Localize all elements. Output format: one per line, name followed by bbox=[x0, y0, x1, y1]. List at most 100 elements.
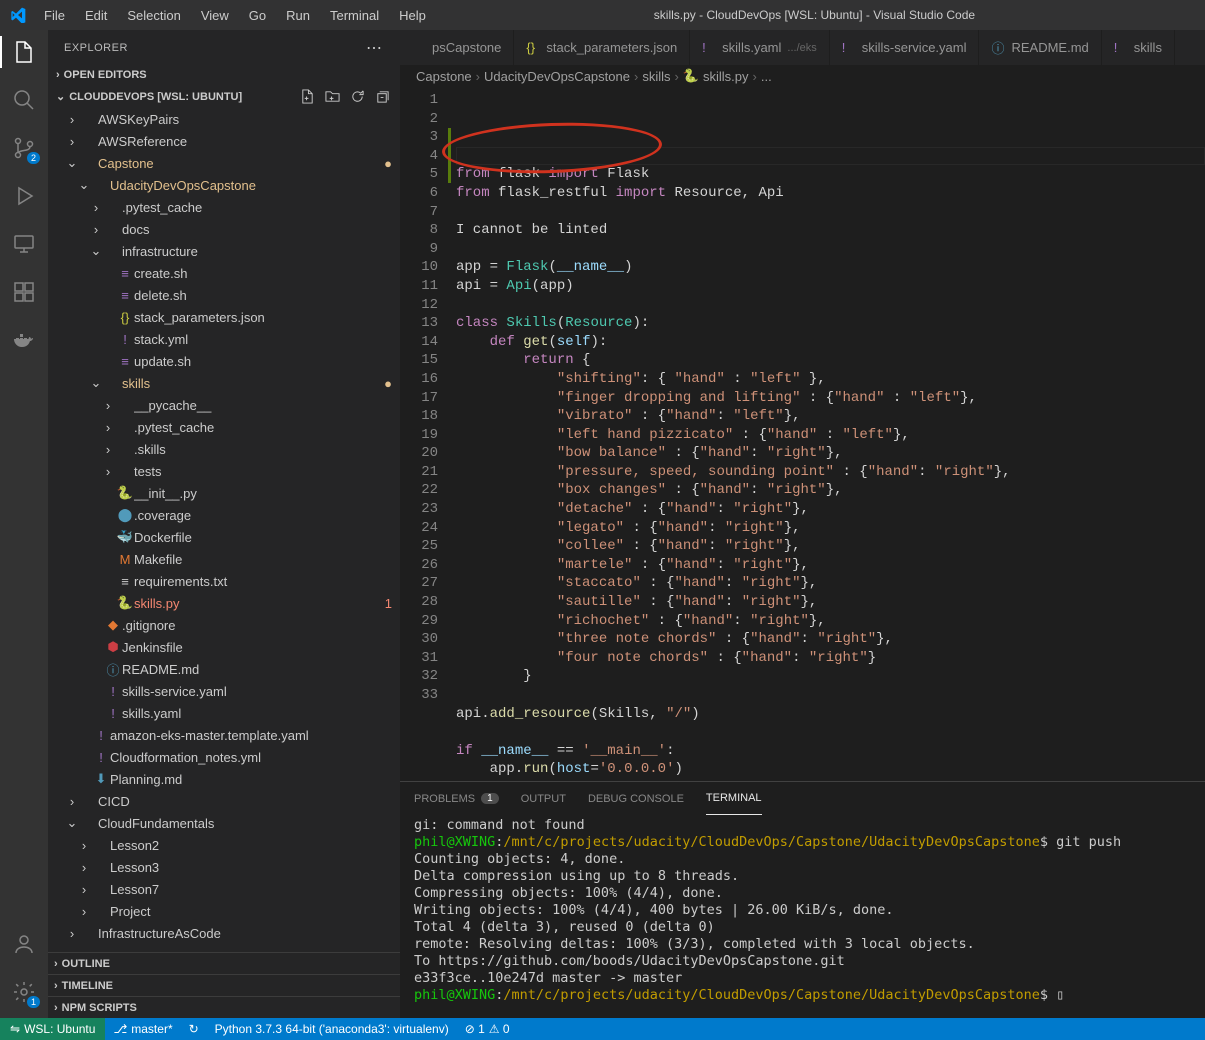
refresh-icon[interactable] bbox=[350, 89, 365, 104]
panel-tab-problems[interactable]: PROBLEMS1 bbox=[414, 782, 499, 815]
menu-view[interactable]: View bbox=[193, 4, 237, 27]
folder-cicd[interactable]: ›CICD bbox=[48, 790, 400, 812]
twistie-icon: ⌄ bbox=[88, 375, 104, 391]
collapse-all-icon[interactable] bbox=[375, 89, 390, 104]
file-readme-md[interactable]: ⓘREADME.md bbox=[48, 658, 400, 680]
twistie-icon: › bbox=[100, 398, 116, 413]
file--coverage[interactable]: ⬤.coverage bbox=[48, 504, 400, 526]
breadcrumb-item[interactable]: ... bbox=[761, 69, 772, 84]
python-interpreter[interactable]: Python 3.7.3 64-bit ('anaconda3': virtua… bbox=[207, 1018, 457, 1040]
folder-awsreference[interactable]: ›AWSReference bbox=[48, 130, 400, 152]
menu-file[interactable]: File bbox=[36, 4, 73, 27]
explorer-more-icon[interactable]: ⋯ bbox=[366, 38, 384, 58]
extensions-icon[interactable] bbox=[10, 278, 38, 306]
file-skills-yaml[interactable]: !skills.yaml bbox=[48, 702, 400, 724]
tab-skills-service-yaml[interactable]: !skills-service.yaml bbox=[830, 30, 980, 65]
folder-awskeypairs[interactable]: ›AWSKeyPairs bbox=[48, 108, 400, 130]
folder-infrastructureascode[interactable]: ›InfrastructureAsCode bbox=[48, 922, 400, 944]
new-folder-icon[interactable] bbox=[325, 89, 340, 104]
tree-item-label: delete.sh bbox=[134, 288, 392, 303]
folder---pycache--[interactable]: ›__pycache__ bbox=[48, 394, 400, 416]
explorer-icon[interactable] bbox=[10, 38, 38, 66]
file-skills-service-yaml[interactable]: !skills-service.yaml bbox=[48, 680, 400, 702]
code-editor[interactable]: 1234567891011121314151617181920212223242… bbox=[400, 87, 1205, 781]
file-cloudformation-notes-yml[interactable]: !Cloudformation_notes.yml bbox=[48, 746, 400, 768]
folder--skills[interactable]: ›.skills bbox=[48, 438, 400, 460]
file-makefile[interactable]: MMakefile bbox=[48, 548, 400, 570]
panel-tab-debug-console[interactable]: DEBUG CONSOLE bbox=[588, 782, 684, 815]
source-control-icon[interactable]: 2 bbox=[10, 134, 38, 162]
settings-gear-icon[interactable]: 1 bbox=[10, 978, 38, 1006]
mk-icon: M bbox=[116, 552, 134, 567]
menu-terminal[interactable]: Terminal bbox=[322, 4, 387, 27]
panel-tab-terminal[interactable]: TERMINAL bbox=[706, 782, 762, 815]
folder--pytest-cache[interactable]: ›.pytest_cache bbox=[48, 196, 400, 218]
code-content[interactable]: from flask import Flaskfrom flask_restfu… bbox=[456, 87, 1205, 781]
file-tree[interactable]: ›AWSKeyPairs›AWSReference⌄Capstone●⌄Udac… bbox=[48, 108, 400, 952]
folder-lesson2[interactable]: ›Lesson2 bbox=[48, 834, 400, 856]
file-delete-sh[interactable]: ≡delete.sh bbox=[48, 284, 400, 306]
editor-tabs[interactable]: psCapstone{}stack_parameters.json!skills… bbox=[400, 30, 1205, 65]
remote-explorer-icon[interactable] bbox=[10, 230, 38, 258]
npm-scripts-section[interactable]: ›NPM SCRIPTS bbox=[48, 996, 400, 1018]
folder-docs[interactable]: ›docs bbox=[48, 218, 400, 240]
new-file-icon[interactable] bbox=[300, 89, 315, 104]
folder-infrastructure[interactable]: ⌄infrastructure bbox=[48, 240, 400, 262]
file-create-sh[interactable]: ≡create.sh bbox=[48, 262, 400, 284]
twistie-icon: › bbox=[88, 222, 104, 237]
tab-stack-parameters-json[interactable]: {}stack_parameters.json bbox=[514, 30, 690, 65]
outline-section[interactable]: ›OUTLINE bbox=[48, 952, 400, 974]
file---init---py[interactable]: 🐍__init__.py bbox=[48, 482, 400, 504]
menu-go[interactable]: Go bbox=[241, 4, 274, 27]
file-dockerfile[interactable]: 🐳Dockerfile bbox=[48, 526, 400, 548]
file-update-sh[interactable]: ≡update.sh bbox=[48, 350, 400, 372]
workspace-root-section[interactable]: ⌄CLOUDDEVOPS [WSL: UBUNTU] bbox=[48, 85, 400, 108]
folder--pytest-cache[interactable]: ›.pytest_cache bbox=[48, 416, 400, 438]
terminal-output[interactable]: gi: command not foundphil@XWING:/mnt/c/p… bbox=[400, 815, 1205, 1018]
problems-status[interactable]: ⊘ 1⚠ 0 bbox=[457, 1018, 518, 1040]
sh-icon: ≡ bbox=[116, 288, 134, 303]
file-jenkinsfile[interactable]: ⬢Jenkinsfile bbox=[48, 636, 400, 658]
breadcrumb-item[interactable]: Capstone bbox=[416, 69, 472, 84]
breadcrumb[interactable]: Capstone›UdacityDevOpsCapstone›skills›🐍 … bbox=[400, 65, 1205, 87]
menu-selection[interactable]: Selection bbox=[119, 4, 188, 27]
folder-lesson3[interactable]: ›Lesson3 bbox=[48, 856, 400, 878]
folder-cloudfundamentals[interactable]: ⌄CloudFundamentals bbox=[48, 812, 400, 834]
tab-readme-md[interactable]: ⓘREADME.md bbox=[979, 30, 1101, 65]
file-planning-md[interactable]: ⬇Planning.md bbox=[48, 768, 400, 790]
tab-label: README.md bbox=[1011, 40, 1088, 55]
timeline-section[interactable]: ›TIMELINE bbox=[48, 974, 400, 996]
file-stack-yml[interactable]: !stack.yml bbox=[48, 328, 400, 350]
menu-help[interactable]: Help bbox=[391, 4, 434, 27]
menu-run[interactable]: Run bbox=[278, 4, 318, 27]
panel-tab-output[interactable]: OUTPUT bbox=[521, 782, 566, 815]
file--gitignore[interactable]: ◆.gitignore bbox=[48, 614, 400, 636]
file-requirements-txt[interactable]: ≡requirements.txt bbox=[48, 570, 400, 592]
accounts-icon[interactable] bbox=[10, 930, 38, 958]
breadcrumb-item[interactable]: skills bbox=[642, 69, 670, 84]
folder-lesson7[interactable]: ›Lesson7 bbox=[48, 878, 400, 900]
tab-pscapstone[interactable]: psCapstone bbox=[400, 30, 514, 65]
open-editors-section[interactable]: ›OPEN EDITORS bbox=[48, 65, 400, 85]
breadcrumb-item[interactable]: UdacityDevOpsCapstone bbox=[484, 69, 630, 84]
breadcrumb-item[interactable]: skills.py bbox=[703, 69, 749, 84]
run-debug-icon[interactable] bbox=[10, 182, 38, 210]
git-branch[interactable]: ⎇master* bbox=[105, 1018, 180, 1040]
tab-skills-yaml[interactable]: !skills.yaml.../eks bbox=[690, 30, 830, 65]
yml-icon: ! bbox=[116, 332, 134, 347]
search-icon[interactable] bbox=[10, 86, 38, 114]
tab-skills[interactable]: !skills bbox=[1102, 30, 1175, 65]
menu-edit[interactable]: Edit bbox=[77, 4, 115, 27]
folder-tests[interactable]: ›tests bbox=[48, 460, 400, 482]
folder-capstone[interactable]: ⌄Capstone● bbox=[48, 152, 400, 174]
git-sync[interactable]: ↻ bbox=[181, 1018, 207, 1040]
file-stack-parameters-json[interactable]: {}stack_parameters.json bbox=[48, 306, 400, 328]
file-skills-py[interactable]: 🐍skills.py1 bbox=[48, 592, 400, 614]
folder-project[interactable]: ›Project bbox=[48, 900, 400, 922]
remote-indicator[interactable]: ⇋WSL: Ubuntu bbox=[0, 1018, 105, 1040]
file-amazon-eks-master-template-yaml[interactable]: !amazon-eks-master.template.yaml bbox=[48, 724, 400, 746]
folder-udacitydevopscapstone[interactable]: ⌄UdacityDevOpsCapstone bbox=[48, 174, 400, 196]
folder-skills[interactable]: ⌄skills● bbox=[48, 372, 400, 394]
sidebar: EXPLORER ⋯ ›OPEN EDITORS ⌄CLOUDDEVOPS [W… bbox=[48, 30, 400, 1018]
docker-icon[interactable] bbox=[10, 326, 38, 354]
